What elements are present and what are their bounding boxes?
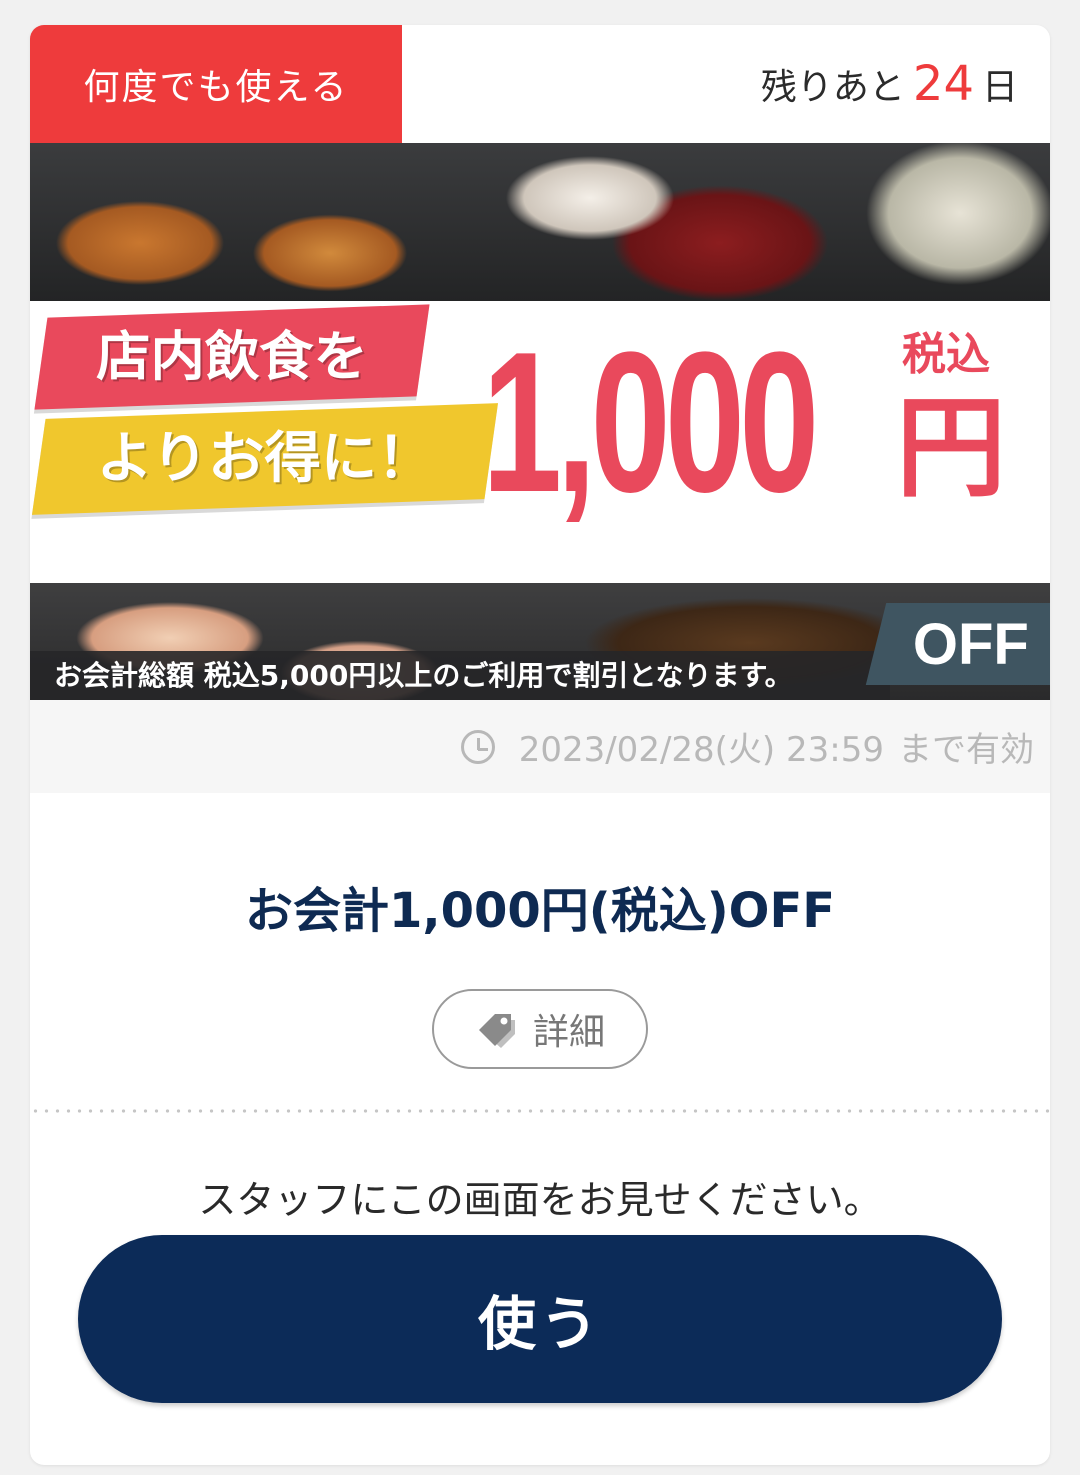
coupon-header: 何度でも使える 残りあと 24 日 <box>30 25 1050 143</box>
clock-icon <box>460 729 495 764</box>
remaining-suffix: 日 <box>981 67 1018 108</box>
banner-tax-label: 税込 <box>902 329 990 380</box>
detail-button-wrap: 詳細 <box>30 989 1050 1069</box>
banner-note: お会計総額 税込5,000円以上のご利用で割引となります。 <box>30 651 890 700</box>
banner-off-tag: OFF <box>865 603 1050 685</box>
reusable-badge: 何度でも使える <box>30 25 402 143</box>
headline-tag-red: 店内飲食を <box>34 304 430 410</box>
banner-yen-label: 円 <box>896 384 1006 512</box>
banner-amount: 1,000 <box>482 311 819 534</box>
banner-off-label: OFF <box>913 611 1029 677</box>
headline-line1: 店内飲食を <box>96 325 368 388</box>
tag-icon <box>478 1014 515 1048</box>
promo-banner-image: 店内飲食を よりお得に！ 1,000 税込 円 お会計総額 税込5,000円以上… <box>30 143 1050 700</box>
dotted-divider <box>30 1109 1050 1113</box>
validity-date: 2023/02/28(火) 23:59 <box>518 730 884 770</box>
offer-title: お会計1,000円(税込)OFF <box>244 883 836 939</box>
headline-tag-yellow: よりお得に！ <box>31 403 499 515</box>
reusable-badge-label: 何度でも使える <box>83 67 349 108</box>
use-button[interactable]: 使う <box>78 1235 1002 1403</box>
food-photo-top <box>30 143 1050 301</box>
remaining-days: 残りあと 24 日 <box>761 25 1018 143</box>
headline-line2: よりお得に！ <box>96 426 434 491</box>
validity-suffix: まで有効 <box>898 730 1034 770</box>
detail-button-label: 詳細 <box>532 1012 605 1053</box>
remaining-prefix: 残りあと <box>760 67 905 108</box>
detail-button[interactable]: 詳細 <box>432 989 648 1069</box>
validity-row: 2023/02/28(火) 23:59 まで有効 <box>30 700 1050 793</box>
staff-instruction: スタッフにこの画面をお見せください。 <box>198 1178 882 1222</box>
use-button-label: 使う <box>477 1290 602 1358</box>
coupon-card: 何度でも使える 残りあと 24 日 店内飲食を よりお得に！ 1,000 税込 … <box>30 25 1050 1465</box>
remaining-days-count: 24 <box>912 56 974 112</box>
